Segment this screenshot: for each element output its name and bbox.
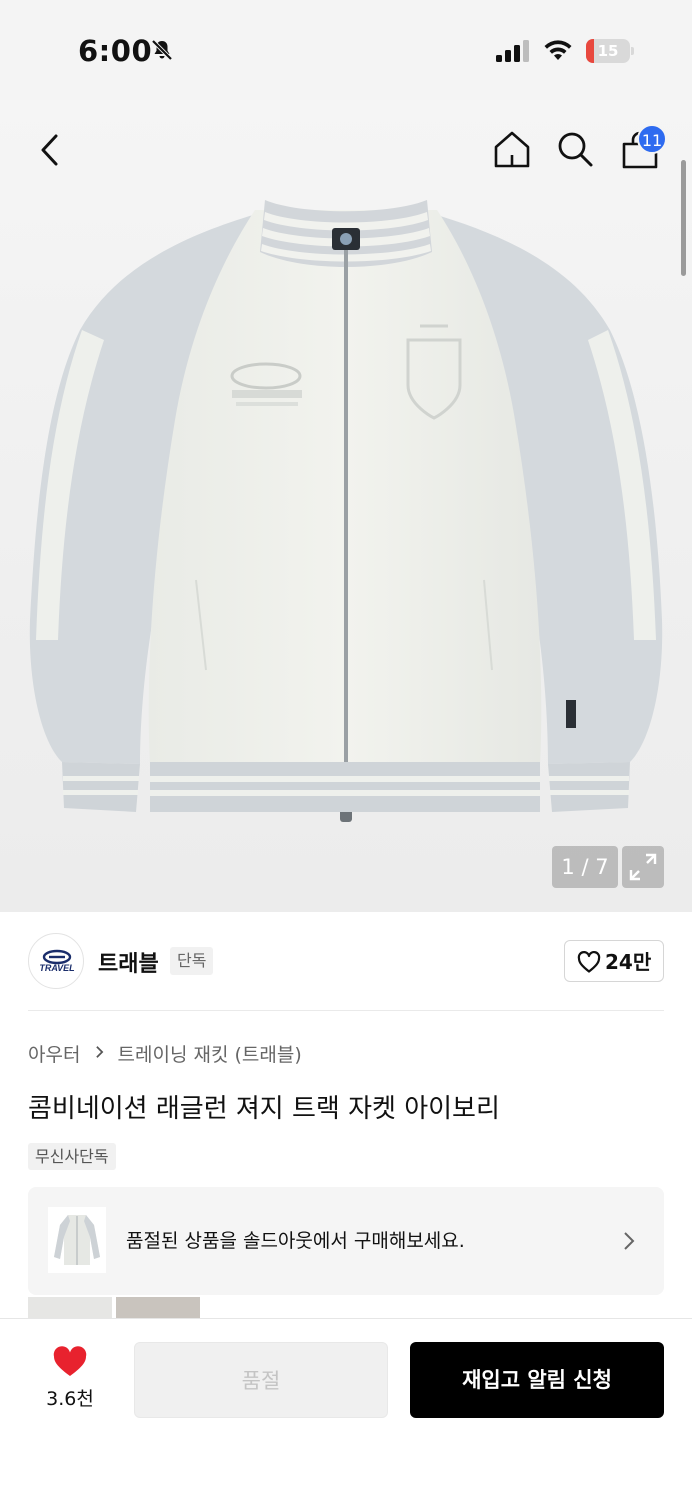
brand-exclusive-tag: 단독 [170, 947, 214, 975]
brand-name[interactable]: 트래블 [98, 946, 159, 978]
thumbnail-strip[interactable] [28, 1297, 204, 1319]
wifi-icon [544, 40, 572, 60]
travel-logo-icon: TRAVEL [39, 949, 75, 973]
chevron-right-icon [95, 1044, 104, 1064]
brand-logo[interactable]: TRAVEL [28, 933, 84, 989]
expand-button[interactable] [622, 846, 664, 888]
favorite-count: 3.6천 [46, 1388, 94, 1410]
bell-off-icon [151, 39, 173, 61]
breadcrumb-subcategory[interactable]: 트레이닝 재킷 (트래블) [118, 1040, 302, 1067]
heart-filled-icon[interactable] [52, 1346, 88, 1378]
soldout-banner[interactable]: 품절된 상품을 솔드아웃에서 구매해보세요. [28, 1187, 664, 1295]
expand-icon [629, 853, 657, 881]
brand-like-count: 24만 [605, 950, 652, 974]
battery-charging-icon: 15 [586, 39, 634, 63]
cart-count-badge: 11 [637, 124, 667, 154]
brand-like-button[interactable]: 24만 [564, 940, 664, 982]
gallery-page-indicator: 1 / 7 [552, 846, 618, 888]
soldout-banner-text: 품절된 상품을 솔드아웃에서 구매해보세요. [126, 1230, 465, 1252]
exclusive-badge: 무신사단독 [28, 1143, 116, 1170]
breadcrumb: 아우터 트레이닝 재킷 (트래블) [28, 1040, 302, 1070]
home-icon[interactable] [492, 129, 532, 169]
divider [28, 1010, 664, 1011]
heart-outline-icon [577, 951, 601, 973]
back-icon[interactable] [36, 132, 64, 168]
chevron-right-icon [624, 1232, 635, 1250]
signal-icon [496, 40, 529, 62]
scrollbar[interactable] [681, 160, 686, 276]
product-image [29, 200, 663, 822]
status-time: 6:00 [78, 34, 153, 68]
battery-level: 15 [597, 42, 619, 60]
search-icon[interactable] [556, 130, 594, 168]
svg-text:TRAVEL: TRAVEL [39, 963, 74, 973]
soldout-button[interactable]: 품절 [134, 1342, 388, 1418]
product-image-gallery[interactable] [0, 100, 692, 912]
thumbnail-item[interactable] [116, 1297, 200, 1319]
breadcrumb-category[interactable]: 아우터 [28, 1040, 80, 1067]
soldout-product-thumbnail [48, 1207, 106, 1273]
thumbnail-item[interactable] [28, 1297, 112, 1319]
product-title: 콤비네이션 래글런 져지 트랙 자켓 아이보리 [28, 1094, 500, 1124]
restock-alert-button[interactable]: 재입고 알림 신청 [410, 1342, 664, 1418]
status-bar: 6:00 15 [0, 0, 692, 100]
